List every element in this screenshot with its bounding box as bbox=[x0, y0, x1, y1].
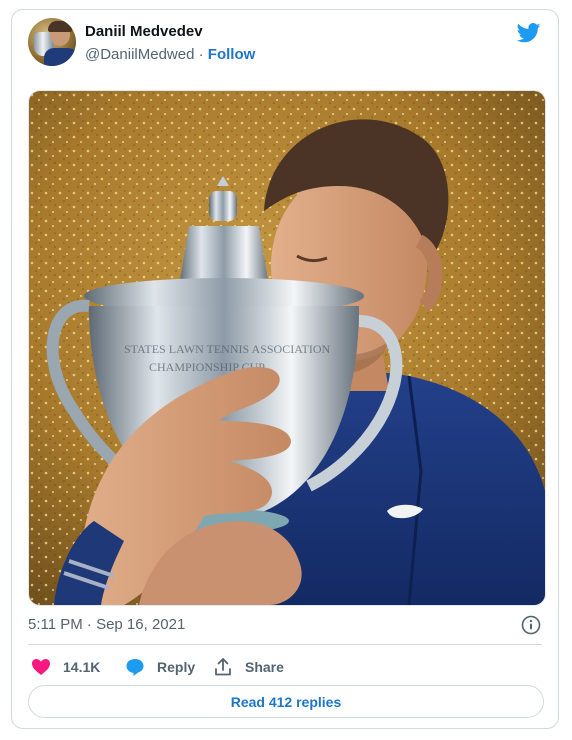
handle-separator: · bbox=[198, 46, 204, 63]
tweet-card: Daniil Medvedev @DaniilMedwed · Follow S… bbox=[11, 9, 559, 729]
tweet-timestamp[interactable]: 5:11 PM · Sep 16, 2021 bbox=[28, 616, 185, 633]
like-button[interactable]: 14.1K bbox=[31, 655, 100, 679]
share-label: Share bbox=[245, 659, 284, 675]
reply-button[interactable]: Reply bbox=[125, 655, 195, 679]
author-handle-row: @DaniilMedwed · Follow bbox=[85, 46, 255, 63]
follow-button[interactable]: Follow bbox=[208, 46, 256, 63]
photo-illustration: STATES LAWN TENNIS ASSOCIATION CHAMPIONS… bbox=[29, 91, 545, 605]
author-handle[interactable]: @DaniilMedwed bbox=[85, 46, 194, 63]
svg-text:STATES LAWN TENNIS ASSOCIATION: STATES LAWN TENNIS ASSOCIATION bbox=[124, 342, 331, 356]
avatar-hair bbox=[48, 21, 72, 32]
heart-icon bbox=[32, 659, 50, 675]
share-button[interactable]: Share bbox=[213, 655, 284, 679]
like-count: 14.1K bbox=[63, 659, 101, 675]
author-name[interactable]: Daniil Medvedev bbox=[85, 23, 203, 40]
info-icon[interactable] bbox=[521, 615, 541, 635]
reply-label: Reply bbox=[157, 659, 196, 675]
divider bbox=[28, 644, 542, 645]
avatar-shirt bbox=[44, 48, 76, 66]
share-upload-icon bbox=[215, 658, 231, 676]
twitter-bird-icon[interactable] bbox=[517, 23, 541, 43]
read-replies-button[interactable]: Read 412 replies bbox=[28, 685, 544, 718]
speech-bubble-icon bbox=[126, 659, 144, 676]
tweet-photo[interactable]: STATES LAWN TENNIS ASSOCIATION CHAMPIONS… bbox=[28, 90, 546, 606]
avatar[interactable] bbox=[28, 18, 76, 66]
